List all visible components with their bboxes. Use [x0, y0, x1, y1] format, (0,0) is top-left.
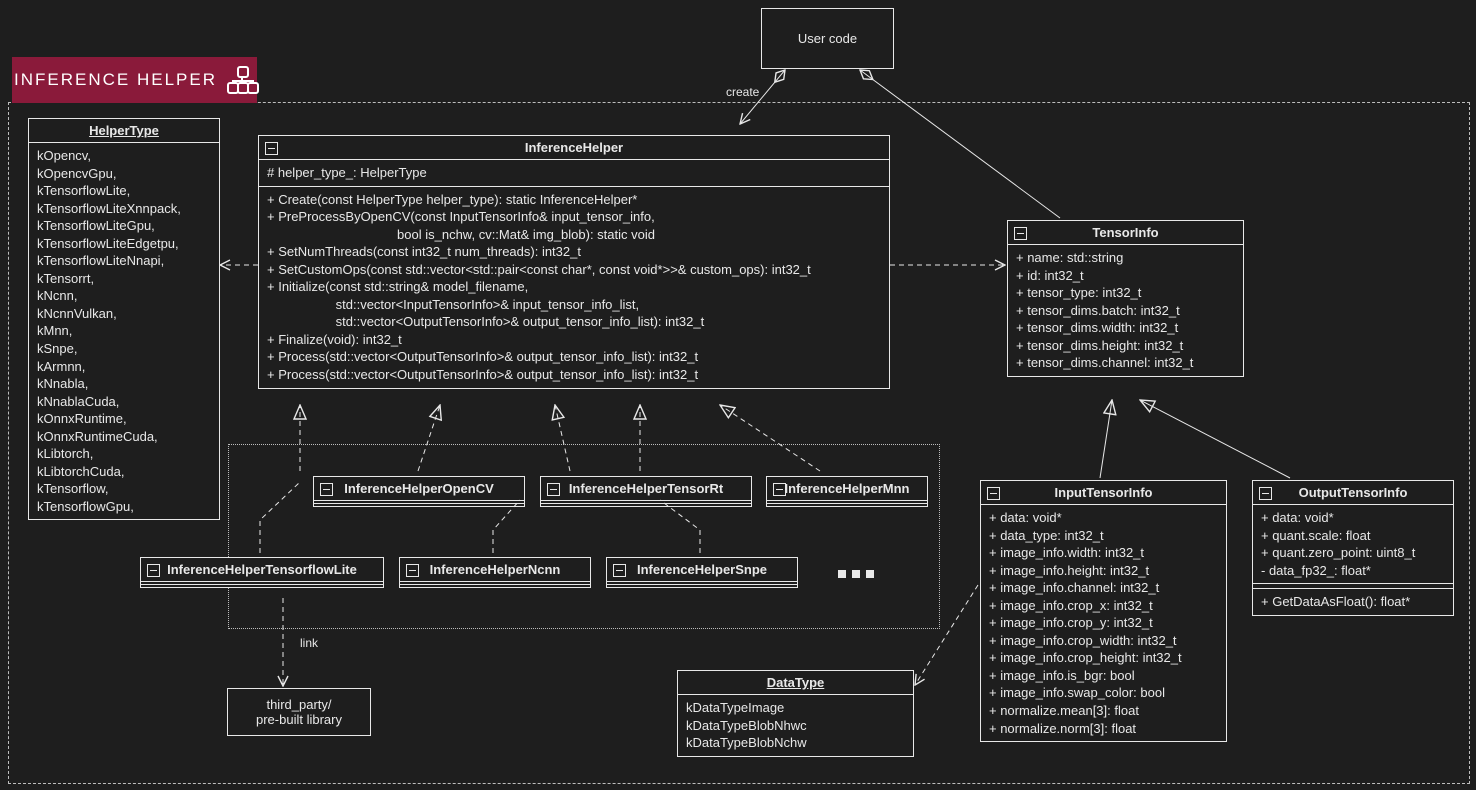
brand-icon [227, 66, 255, 94]
collapse-icon [547, 483, 560, 496]
attributes: + data: void*+ quant.scale: float+ quant… [1253, 505, 1453, 584]
collapse-icon [1259, 487, 1272, 500]
class-tensorinfo: TensorInfo + name: std::string+ id: int3… [1007, 220, 1244, 377]
class-title: InferenceHelperMnn [767, 477, 927, 501]
operations: + Create(const HelperType helper_type): … [259, 187, 889, 388]
collapse-icon [406, 564, 419, 577]
diagram-canvas: INFERENCE HELPER User code HelperType kO… [0, 0, 1476, 790]
class-title: InferenceHelperSnpe [607, 558, 797, 582]
third-party-box: third_party/ pre-built library [227, 688, 371, 736]
collapse-icon [147, 564, 160, 577]
label-link: link [300, 636, 318, 650]
attributes: + data: void*+ data_type: int32_t+ image… [981, 505, 1226, 741]
brand-text: INFERENCE HELPER [14, 70, 217, 90]
collapse-icon [613, 564, 626, 577]
collapse-icon [1014, 227, 1027, 240]
third-party-line2: pre-built library [244, 712, 354, 727]
attributes: kDataTypeImagekDataTypeBlobNhwckDataType… [678, 695, 913, 756]
ellipsis-icon [838, 570, 874, 578]
class-title: InferenceHelper [259, 136, 889, 160]
class-datatype: DataType kDataTypeImagekDataTypeBlobNhwc… [677, 670, 914, 757]
attributes: # helper_type_: HelperType [259, 160, 889, 187]
subclass-group [228, 444, 940, 629]
class-title: TensorInfo [1008, 221, 1243, 245]
class-inputtensorinfo: InputTensorInfo + data: void*+ data_type… [980, 480, 1227, 742]
class-title: DataType [678, 671, 913, 695]
collapse-icon [773, 483, 786, 496]
class-outputtensorinfo: OutputTensorInfo + data: void*+ quant.sc… [1252, 480, 1454, 616]
collapse-icon [987, 487, 1000, 500]
class-ih-tflite: InferenceHelperTensorflowLite [140, 557, 384, 588]
class-helpertype: HelperType kOpencv,kOpencvGpu,kTensorflo… [28, 118, 220, 520]
collapse-icon [265, 142, 278, 155]
third-party-line1: third_party/ [244, 697, 354, 712]
attributes: + name: std::string+ id: int32_t+ tensor… [1008, 245, 1243, 376]
class-ih-tensorrt: InferenceHelperTensorRt [540, 476, 752, 507]
class-title: HelperType [29, 119, 219, 143]
attributes: kOpencv,kOpencvGpu,kTensorflowLite,kTens… [29, 143, 219, 519]
class-title: InputTensorInfo [981, 481, 1226, 505]
class-title: InferenceHelperOpenCV [314, 477, 524, 501]
class-title: InferenceHelperTensorRt [541, 477, 751, 501]
class-title: InferenceHelperNcnn [400, 558, 590, 582]
operations: + GetDataAsFloat(): float* [1253, 589, 1453, 615]
class-ih-opencv: InferenceHelperOpenCV [313, 476, 525, 507]
class-ih-snpe: InferenceHelperSnpe [606, 557, 798, 588]
class-title: InferenceHelperTensorflowLite [141, 558, 383, 582]
class-title: OutputTensorInfo [1253, 481, 1453, 505]
class-inferencehelper: InferenceHelper # helper_type_: HelperTy… [258, 135, 890, 389]
class-ih-mnn: InferenceHelperMnn [766, 476, 928, 507]
class-ih-ncnn: InferenceHelperNcnn [399, 557, 591, 588]
collapse-icon [320, 483, 333, 496]
label-create: create [726, 85, 759, 99]
brand-badge: INFERENCE HELPER [12, 57, 257, 103]
user-code-box: User code [761, 8, 894, 69]
user-code-label: User code [778, 17, 877, 60]
